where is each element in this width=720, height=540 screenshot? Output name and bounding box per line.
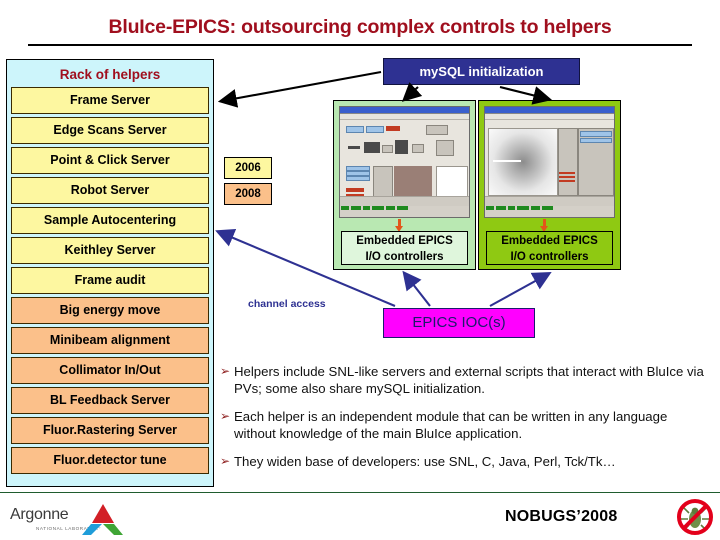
bullet-item: ➢ They widen base of developers: use SNL,… — [220, 453, 710, 470]
rack-of-helpers-panel: Rack of helpers Frame Server Edge Scans S… — [6, 59, 214, 487]
bullet-text: They widen base of developers: use SNL, … — [234, 454, 616, 469]
rack-item[interactable]: Keithley Server — [11, 237, 209, 264]
embedded-epics-left-line2: I/O controllers — [365, 251, 444, 263]
bullet-marker-icon: ➢ — [220, 409, 231, 423]
bluice-collect-screenshot — [339, 106, 470, 218]
bullet-marker-icon: ➢ — [220, 454, 231, 468]
screenshot-titlebar — [340, 107, 469, 114]
embedded-epics-right-line1: Embedded EPICS — [501, 235, 598, 247]
slide-canvas: BluIce-EPICS: outsourcing complex contro… — [0, 0, 720, 540]
conference-label: NOBUGS’2008 — [505, 508, 618, 525]
screenshot-body-right — [485, 120, 614, 210]
rack-item-list: Frame Server Edge Scans Server Point & Cli… — [11, 87, 209, 474]
rack-item[interactable]: Robot Server — [11, 177, 209, 204]
mysql-initialization-box: mySQL initialization — [383, 58, 580, 85]
legend-year-2006: 2006 — [224, 157, 272, 179]
footer-divider — [0, 492, 720, 493]
embedded-epics-left-line1: Embedded EPICS — [356, 235, 453, 247]
embedded-epics-box-left: Embedded EPICS I/O controllers — [341, 231, 468, 265]
rack-item[interactable]: Point & Click Server — [11, 147, 209, 174]
bluice-gui-panel-left: Embedded EPICS I/O controllers — [333, 100, 476, 270]
bullet-marker-icon: ➢ — [220, 364, 231, 378]
rack-item[interactable]: Edge Scans Server — [11, 117, 209, 144]
bullet-text: Each helper is an independent module tha… — [234, 409, 668, 441]
rack-item[interactable]: Collimator In/Out — [11, 357, 209, 384]
screenshot-titlebar-right — [485, 107, 614, 114]
rack-item[interactable]: Frame audit — [11, 267, 209, 294]
argonne-triangle-icon — [82, 504, 123, 536]
rack-item[interactable]: Fluor.detector tune — [11, 447, 209, 474]
rack-item[interactable]: Minibeam alignment — [11, 327, 209, 354]
argonne-logo: Argonne NATIONAL LABORATORY — [8, 500, 218, 538]
screenshot-body — [340, 120, 469, 210]
bluice-gui-panel-right: Embedded EPICS I/O controllers — [478, 100, 621, 270]
page-title: BluIce-EPICS: outsourcing complex contro… — [108, 16, 612, 38]
argonne-wordmark: Argonne — [10, 506, 69, 523]
screenshot-statusbar-right — [485, 196, 614, 210]
legend-year-2008: 2008 — [224, 183, 272, 205]
bullet-item: ➢ Each helper is an independent module th… — [220, 408, 710, 442]
rack-item[interactable]: BL Feedback Server — [11, 387, 209, 414]
bullet-item: ➢ Helpers include SNL-like servers and ex… — [220, 363, 710, 397]
epics-ioc-box: EPICS IOC(s) — [383, 308, 535, 338]
bullet-list: ➢ Helpers include SNL-like servers and ex… — [220, 363, 710, 481]
screenshot-statusbar — [340, 196, 469, 210]
bluice-image-viewer-screenshot — [484, 106, 615, 218]
embedded-epics-box-right: Embedded EPICS I/O controllers — [486, 231, 613, 265]
embedded-epics-right-line2: I/O controllers — [510, 251, 589, 263]
channel-access-label: channel access — [248, 298, 326, 310]
rack-item[interactable]: Big energy move — [11, 297, 209, 324]
rack-title: Rack of helpers — [59, 67, 161, 82]
title-divider — [28, 44, 692, 46]
rack-item[interactable]: Sample Autocentering — [11, 207, 209, 234]
rack-item[interactable]: Fluor.Rastering Server — [11, 417, 209, 444]
bullet-text: Helpers include SNL-like servers and ext… — [234, 364, 704, 396]
no-bug-icon — [677, 499, 713, 535]
rack-item[interactable]: Frame Server — [11, 87, 209, 114]
